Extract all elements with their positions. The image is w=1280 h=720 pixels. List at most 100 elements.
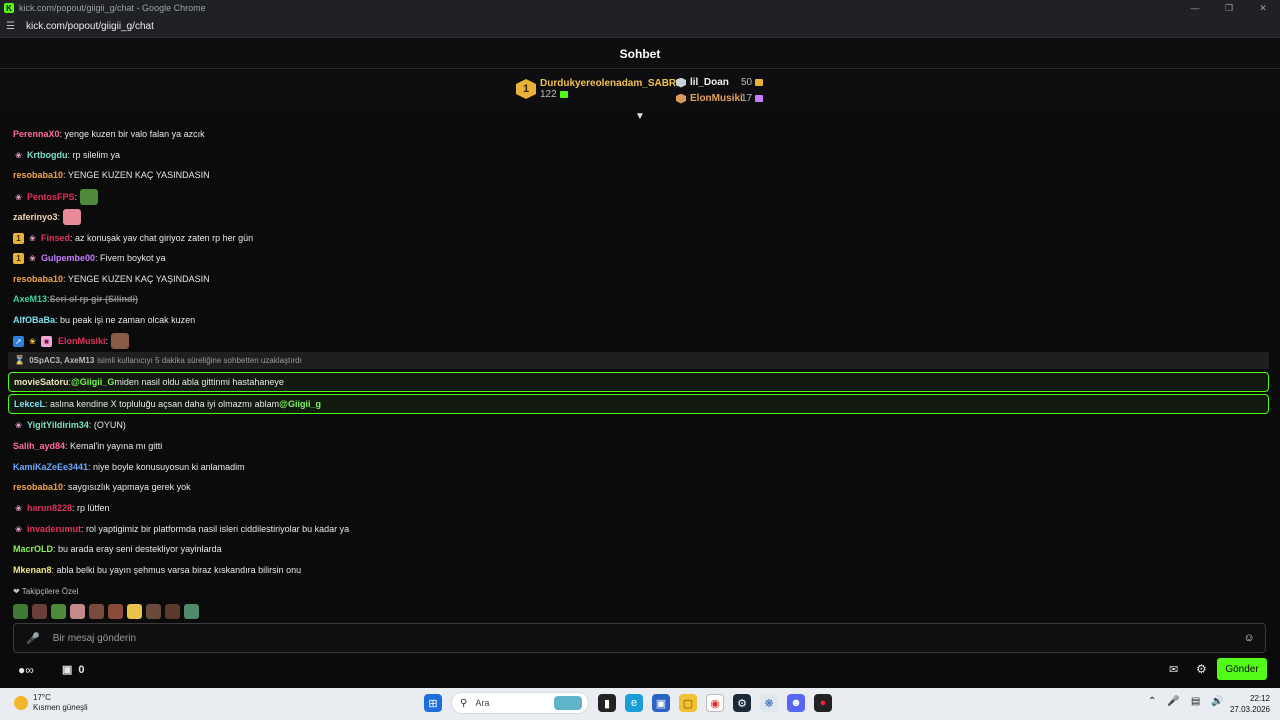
butterfly-badge-icon: ❀: [29, 253, 36, 263]
close-icon[interactable]: ✕: [1246, 0, 1280, 16]
message-username[interactable]: Salih_ayd84: [13, 441, 65, 451]
message-username[interactable]: Krtbogdu: [27, 150, 68, 160]
pink-emote-icon[interactable]: [70, 603, 85, 619]
face-emote-icon: [111, 333, 130, 349]
gear-icon[interactable]: ⚙: [1196, 662, 1207, 676]
leaderboard-first[interactable]: 1 Durdukyereolenadam_SABRI 122: [516, 78, 679, 100]
chat-bubble-icon[interactable]: ✉: [1169, 663, 1178, 676]
message-text: :: [105, 336, 109, 346]
message-username[interactable]: invaderumut: [27, 524, 81, 534]
face-emote-icon[interactable]: [165, 603, 180, 619]
windows-start-icon[interactable]: ⊞: [424, 694, 442, 712]
taskbar-clock[interactable]: 22:12 27.03.2026: [1228, 693, 1270, 715]
emoji-picker-icon[interactable]: ☺: [1243, 632, 1255, 644]
address-bar[interactable]: ☰ kick.com/popout/giigii_g/chat: [0, 16, 1280, 38]
face-emote-icon[interactable]: [32, 603, 47, 619]
microphone-icon[interactable]: 🎤: [1167, 696, 1179, 707]
message-text: : yenge kuzen bir valo falan ya azcık: [59, 129, 205, 139]
channel-points-icon[interactable]: ●∞: [18, 663, 34, 677]
moderator-badge-icon: ➚: [13, 335, 24, 347]
chat-message: ❀ YigitYildirim34 : (OYUN): [13, 415, 126, 435]
chat-message: resobaba10 : YENGE KUZEN KAÇ YAŞINDASIN: [13, 269, 210, 289]
message-input[interactable]: [52, 632, 1203, 644]
message-username[interactable]: PentosFPS: [27, 192, 75, 202]
leader-name: lil_Doan: [690, 77, 729, 88]
face-emote-icon[interactable]: [108, 603, 123, 619]
leaderboard-third[interactable]: ElonMusiki 17: [676, 93, 764, 104]
frog-emote-icon[interactable]: [51, 603, 66, 619]
message-username[interactable]: MacrOLD: [13, 544, 53, 554]
butterfly-badge-icon: ❀: [15, 192, 22, 202]
url-text[interactable]: kick.com/popout/giigii_g/chat: [26, 21, 154, 32]
edge-icon[interactable]: e: [625, 694, 643, 712]
steam-icon[interactable]: ⚙: [733, 694, 751, 712]
face-emote-icon[interactable]: [89, 603, 104, 619]
chat-message: Salih_ayd84 : Kemal'in yayına mı gitti: [13, 436, 162, 456]
taskbar-search[interactable]: ⚲ Ara: [451, 692, 589, 714]
mention-message: movieSatoru : @Giigii_G miden nasil oldu…: [8, 372, 1269, 392]
message-username[interactable]: Mkenan8: [13, 565, 52, 575]
recording-app-icon[interactable]: ●: [814, 694, 832, 712]
send-button[interactable]: Gönder: [1217, 658, 1267, 680]
message-text: : abla belki bu yayın şehmus varsa biraz…: [51, 565, 302, 575]
message-username[interactable]: resobaba10: [13, 274, 63, 284]
search-highlight-image: [554, 696, 582, 710]
message-username[interactable]: PerennaX0: [13, 129, 60, 139]
message-username[interactable]: AxeM13: [13, 294, 47, 304]
deleted-message-text: Seri ol rp gir (Silindi): [49, 294, 139, 304]
network-icon[interactable]: ▤: [1191, 696, 1200, 707]
task-view-icon[interactable]: ▮: [598, 694, 616, 712]
chat-message: AlfOBaBa : bu peak işi ne zaman olcak ku…: [13, 310, 195, 330]
restore-icon[interactable]: ❐: [1212, 0, 1246, 16]
store-button[interactable]: ▣ 0: [62, 663, 85, 677]
message-username[interactable]: resobaba10: [13, 482, 63, 492]
volume-icon[interactable]: 🔊: [1211, 696, 1223, 707]
frog-emote-icon[interactable]: [13, 603, 28, 619]
face-emote-icon[interactable]: [146, 603, 161, 619]
message-username[interactable]: zaferinyo3: [13, 212, 58, 222]
file-explorer-icon[interactable]: ▢: [679, 694, 697, 712]
bronze-medal-icon: [676, 93, 686, 104]
message-username[interactable]: KamiKaZeEe3441: [13, 462, 88, 472]
gift-leaderboard: 1 Durdukyereolenadam_SABRI 122 lil_Doan …: [0, 70, 1280, 112]
discord-icon[interactable]: ☻: [787, 694, 805, 712]
chat-message: AxeM13 : Seri ol rp gir (Silindi): [13, 289, 138, 309]
microphone-icon[interactable]: 🎤: [26, 632, 40, 645]
butterfly-badge-icon: ❀: [15, 524, 22, 534]
message-username[interactable]: LekceL: [14, 399, 45, 409]
message-username[interactable]: harun8228: [27, 503, 72, 513]
chat-message: ➚ ❀ ■ ElonMusiki :: [13, 331, 130, 351]
message-username[interactable]: YigitYildirim34: [27, 420, 89, 430]
message-input-box[interactable]: 🎤 ☺: [13, 623, 1266, 653]
search-icon: ⚲: [460, 697, 468, 709]
silver-medal-icon: [676, 77, 686, 88]
message-username[interactable]: Gulpembe00: [41, 253, 95, 263]
weather-widget[interactable]: 17°C Kısmen güneşli: [14, 693, 88, 713]
mention-message: LekceL : aslına kendine X topluluğu açsa…: [8, 394, 1269, 414]
message-text: : rol yaptigimiz bir platformda nasil is…: [81, 524, 350, 534]
message-username[interactable]: AlfOBaBa: [13, 315, 55, 325]
leaderboard-second[interactable]: lil_Doan 50: [676, 77, 764, 88]
chrome-icon[interactable]: ◉: [706, 694, 724, 712]
butterfly-badge-icon: ❀: [29, 233, 36, 243]
message-username[interactable]: resobaba10: [13, 170, 63, 180]
collapse-leaderboard-icon[interactable]: ▼: [634, 112, 646, 122]
kick-logo-icon: K: [4, 3, 14, 13]
chevron-up-icon[interactable]: ⌃: [1148, 696, 1156, 707]
leader-points: 17: [741, 93, 753, 104]
site-settings-icon[interactable]: ☰: [6, 21, 20, 32]
yellow-emote-icon[interactable]: [127, 603, 142, 619]
message-text: : bu peak işi ne zaman olcak kuzen: [55, 315, 196, 325]
message-text: : Kemal'in yayına mı gitti: [65, 441, 163, 451]
settings-app-icon[interactable]: ❋: [760, 694, 778, 712]
message-text: :: [57, 212, 61, 222]
mention-tag[interactable]: @Giigii_g: [279, 399, 321, 409]
mention-tag[interactable]: @Giigii_G: [71, 377, 114, 387]
message-username[interactable]: ElonMusiki: [58, 336, 106, 346]
minimize-icon[interactable]: —: [1178, 0, 1212, 16]
store-app-icon[interactable]: ▣: [652, 694, 670, 712]
message-text: : (OYUN): [88, 420, 126, 430]
frog-emote-icon[interactable]: [184, 603, 199, 619]
message-username[interactable]: movieSatoru: [14, 377, 69, 387]
message-username[interactable]: Finsed: [41, 233, 70, 243]
